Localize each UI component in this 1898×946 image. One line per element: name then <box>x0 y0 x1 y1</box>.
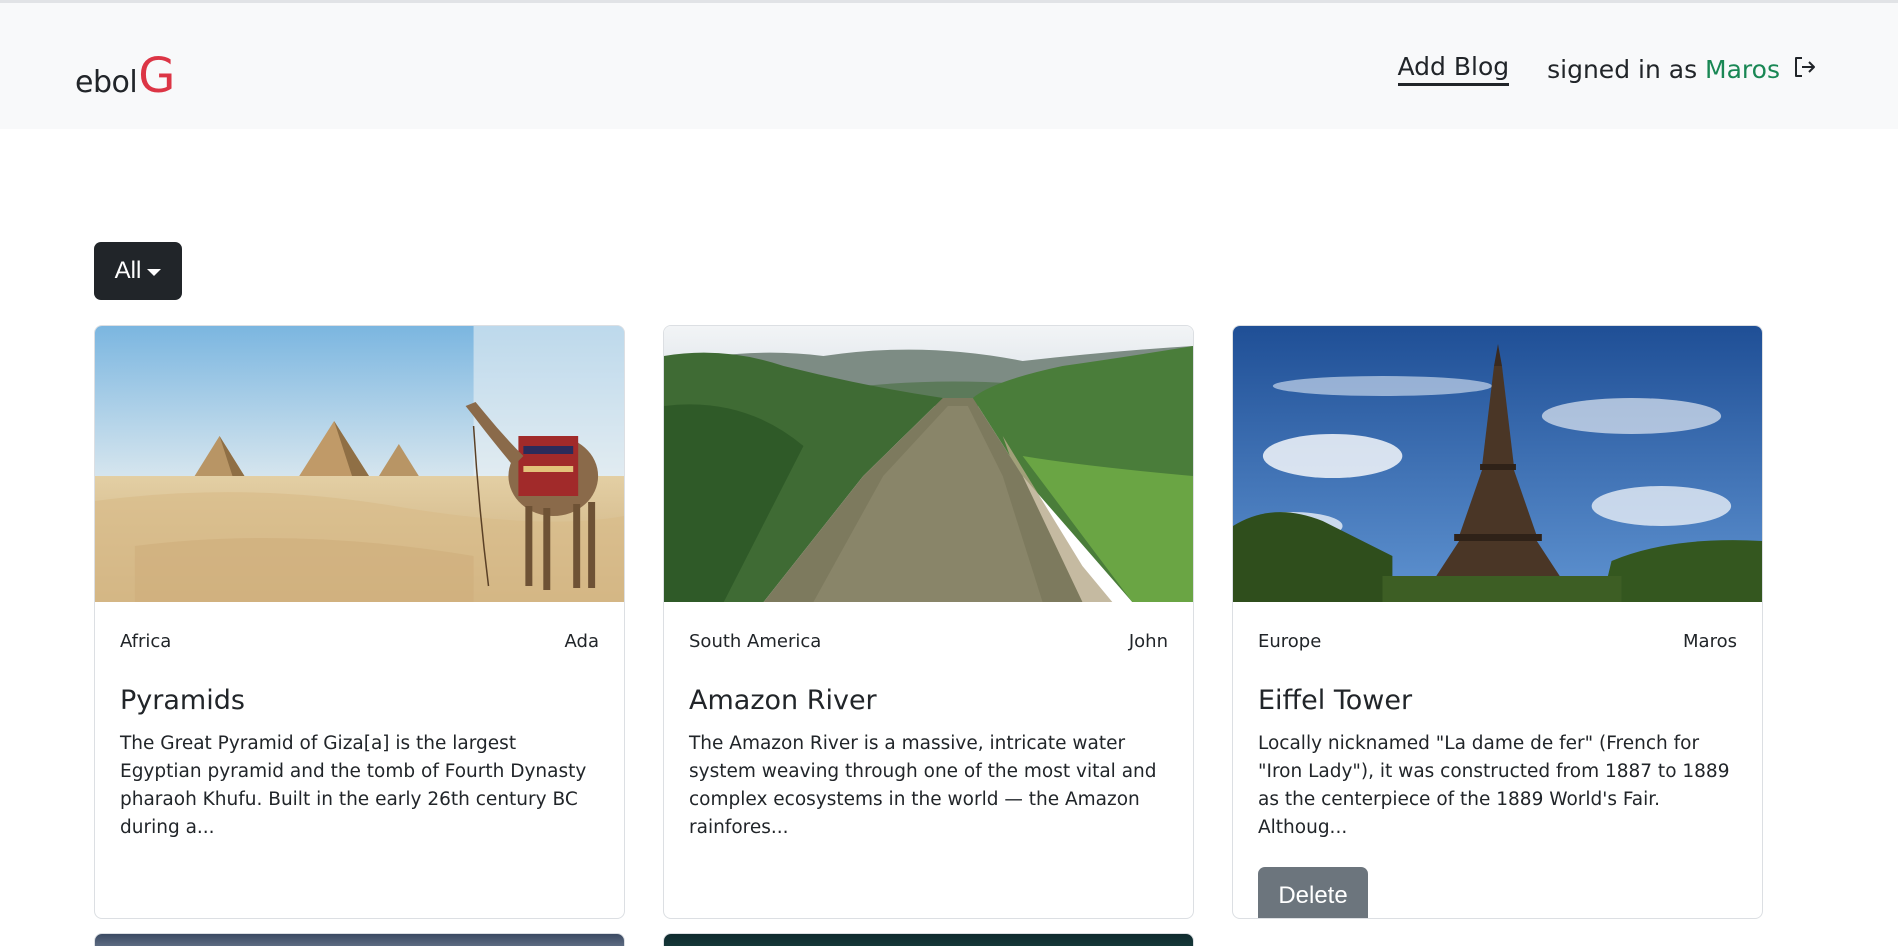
signed-in-prefix: signed in as <box>1547 54 1698 84</box>
signed-in-status: signed in as Maros <box>1547 55 1780 84</box>
blog-card-partial[interactable] <box>663 933 1194 946</box>
post-region: Europe <box>1258 631 1322 652</box>
username: Maros <box>1705 54 1780 84</box>
card-body: Europe Maros Eiffel Tower Locally nickna… <box>1233 602 1762 918</box>
post-author: John <box>1128 631 1168 652</box>
post-excerpt: Locally nicknamed "La dame de fer" (Fren… <box>1258 733 1730 838</box>
blog-card-amazon-river[interactable]: South America John Amazon River The Amaz… <box>663 325 1194 919</box>
navbar: ebol G Add Blog signed in as Maros <box>0 3 1898 129</box>
card-body: South America John Amazon River The Amaz… <box>664 602 1193 866</box>
post-title[interactable]: Pyramids <box>120 685 599 716</box>
add-blog-link[interactable]: Add Blog <box>1397 53 1510 86</box>
post-meta: Europe Maros <box>1258 631 1737 652</box>
post-title[interactable]: Eiffel Tower <box>1258 685 1737 716</box>
logout-icon[interactable] <box>1792 54 1818 80</box>
card-body: Africa Ada Pyramids The Great Pyramid of… <box>95 602 624 866</box>
post-author: Maros <box>1683 631 1737 652</box>
post-title[interactable]: Amazon River <box>689 685 1168 716</box>
blog-card-partial[interactable] <box>94 933 625 946</box>
post-author: Ada <box>564 631 599 652</box>
post-region: Africa <box>120 631 172 652</box>
post-meta: South America John <box>689 631 1168 652</box>
post-region: South America <box>689 631 822 652</box>
filter-selected-label: All <box>114 257 142 284</box>
brand-logo[interactable]: ebol G <box>75 48 175 104</box>
pyramids-image <box>95 326 624 602</box>
eiffel-tower-image <box>1233 326 1762 602</box>
nav-right: Add Blog signed in as Maros <box>1397 53 1818 86</box>
caret-down-icon <box>147 268 162 276</box>
post-excerpt: The Amazon River is a massive, intricate… <box>689 733 1157 838</box>
post-meta: Africa Ada <box>120 631 599 652</box>
post-excerpt: The Great Pyramid of Giza[a] is the larg… <box>120 733 587 838</box>
brand-accent: G <box>138 48 176 104</box>
region-filter-dropdown[interactable]: All <box>94 242 182 300</box>
delete-button[interactable]: Delete <box>1258 867 1368 918</box>
brand-text: ebol <box>75 65 138 100</box>
blog-card-pyramids[interactable]: Africa Ada Pyramids The Great Pyramid of… <box>94 325 625 919</box>
amazon-river-image <box>664 326 1193 602</box>
blog-card-eiffel-tower[interactable]: Europe Maros Eiffel Tower Locally nickna… <box>1232 325 1763 919</box>
